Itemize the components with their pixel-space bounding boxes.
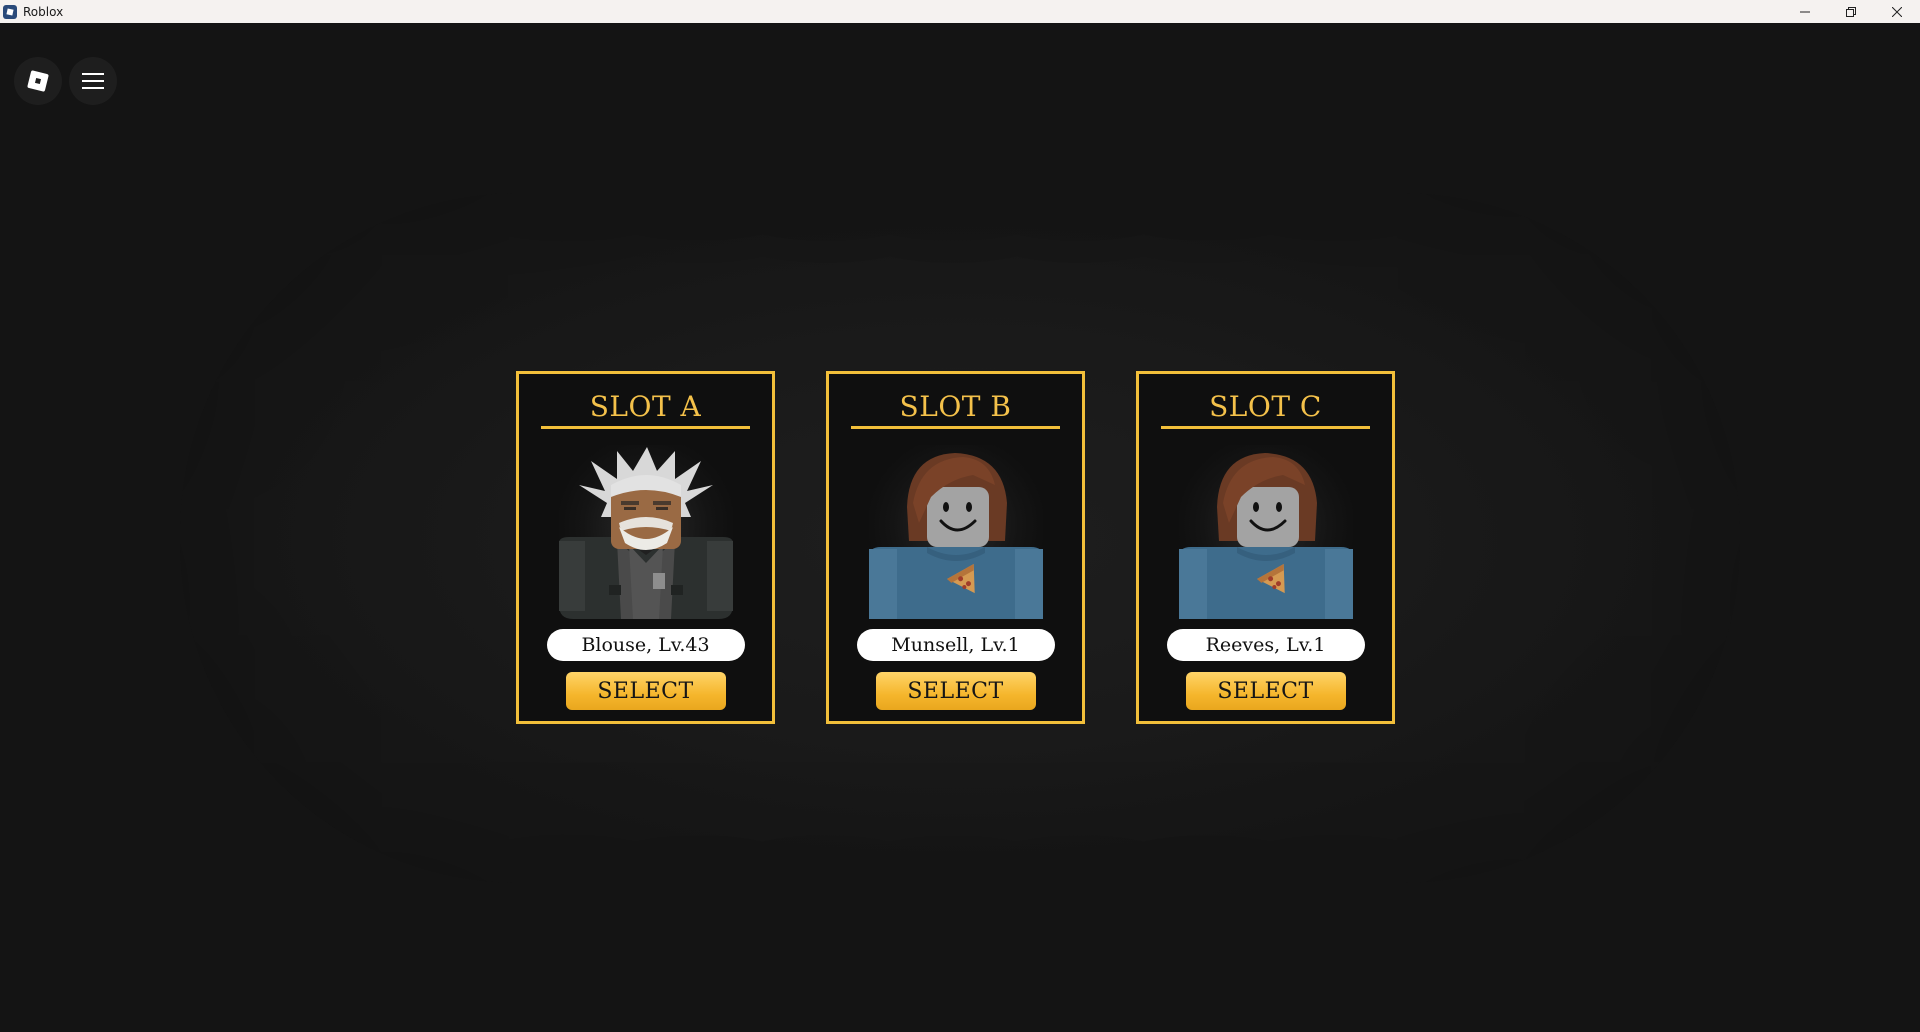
character-name-label: Blouse, Lv.43	[546, 629, 745, 661]
restore-icon	[1846, 6, 1856, 17]
minimize-button[interactable]	[1782, 0, 1828, 23]
character-portrait	[868, 445, 1043, 619]
slot-divider	[541, 426, 750, 429]
roblox-logo-icon	[27, 70, 49, 92]
roblox-menu-button[interactable]	[14, 57, 62, 105]
slot-divider	[1161, 426, 1370, 429]
slot-title: SLOT C	[1209, 390, 1322, 423]
character-portrait	[558, 445, 733, 619]
character-avatar-image	[868, 453, 1043, 619]
character-avatar-image	[558, 447, 733, 619]
hamburger-menu-icon	[82, 73, 104, 89]
character-avatar-image	[1178, 453, 1353, 619]
character-name-label: Munsell, Lv.1	[856, 629, 1055, 661]
close-button[interactable]	[1874, 0, 1920, 23]
window-titlebar: Roblox	[0, 0, 1920, 23]
character-slots: SLOT A Blouse, Lv.43 SELECT SLOT B Munse…	[516, 371, 1395, 724]
select-slot-c-button[interactable]: SELECT	[1185, 672, 1346, 710]
slot-title: SLOT A	[589, 390, 702, 423]
select-slot-b-button[interactable]: SELECT	[875, 672, 1036, 710]
close-icon	[1892, 6, 1902, 17]
roblox-app-icon	[3, 4, 17, 19]
slot-card-c: SLOT C Reeves, Lv.1 SELECT	[1136, 371, 1395, 724]
restore-button[interactable]	[1828, 0, 1874, 23]
slot-card-b: SLOT B Munsell, Lv.1 SELECT	[826, 371, 1085, 724]
select-slot-a-button[interactable]: SELECT	[565, 672, 726, 710]
character-name-label: Reeves, Lv.1	[1166, 629, 1365, 661]
slot-title: SLOT B	[899, 390, 1012, 423]
hamburger-menu-button[interactable]	[69, 57, 117, 105]
minimize-icon	[1800, 11, 1810, 12]
window-controls	[1782, 0, 1920, 23]
window-title: Roblox	[23, 4, 64, 19]
slot-divider	[851, 426, 1060, 429]
character-portrait	[1178, 445, 1353, 619]
slot-card-a: SLOT A Blouse, Lv.43 SELECT	[516, 371, 775, 724]
game-viewport: SLOT A Blouse, Lv.43 SELECT SLOT B Munse…	[0, 23, 1920, 1032]
